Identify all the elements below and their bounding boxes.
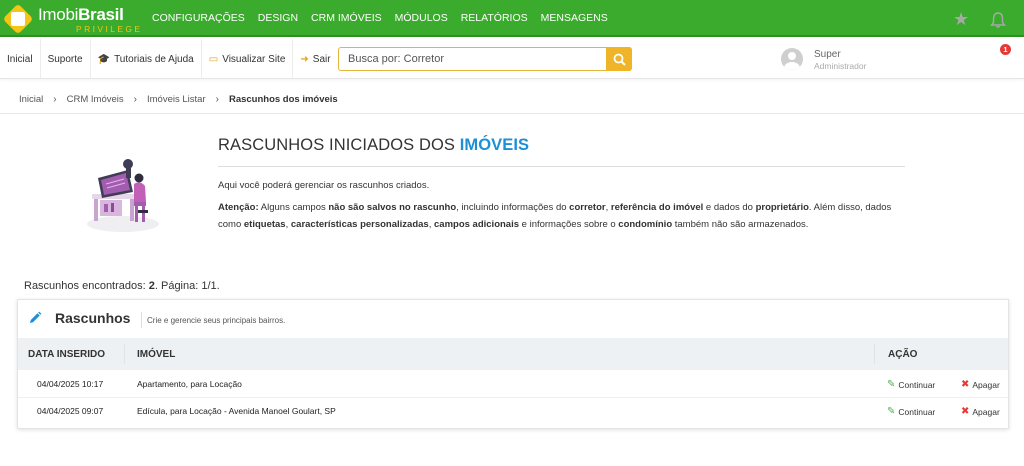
link-suporte[interactable]: Suporte (41, 39, 91, 79)
favorites-star-icon[interactable]: ★ (953, 10, 969, 28)
chevron-right-icon: › (215, 94, 219, 105)
nav-item-mensagens[interactable]: MENSAGENS (541, 12, 608, 24)
intro-text: Aqui você poderá gerenciar os rascunhos … (218, 180, 430, 191)
main-nav: CONFIGURAÇÕES DESIGN CRM IMÓVEIS MÓDULOS… (152, 12, 621, 24)
pencil-icon (30, 311, 42, 323)
close-icon: ✖ (961, 406, 970, 417)
card-title: Rascunhos (55, 310, 131, 326)
nav-item-relatorios[interactable]: RELATÓRIOS (461, 12, 528, 24)
attention-note: Atenção: Alguns campos não são salvos no… (218, 202, 892, 230)
breadcrumb-inicial[interactable]: Inicial (19, 94, 43, 105)
breadcrumb-current: Rascunhos dos imóveis (228, 94, 338, 105)
column-divider (874, 344, 875, 364)
link-inicial[interactable]: Inicial (0, 39, 41, 79)
table-header: DATA INSERIDO IMÓVEL AÇÃO (18, 338, 1008, 370)
nav-item-design[interactable]: DESIGN (258, 12, 298, 24)
link-inicial-label: Inicial (7, 53, 33, 65)
close-icon: ✖ (961, 379, 970, 390)
card-header: Rascunhos Crie e gerencie seus principai… (18, 300, 1008, 338)
search-icon (613, 53, 626, 66)
drafts-illustration-icon (87, 159, 159, 232)
logo-tagline: PRIVILEGE (76, 24, 143, 34)
link-sair-label: Sair (312, 53, 331, 65)
results-summary: Rascunhos encontrados: 2. Página: 1/1. (24, 280, 220, 292)
search-box (338, 47, 632, 71)
nav-item-configuracoes[interactable]: CONFIGURAÇÕES (152, 12, 245, 24)
title-divider (218, 166, 905, 167)
graduation-cap-icon: 🎓 (97, 53, 111, 65)
top-navbar: ImobiBrasil PRIVILEGE CONFIGURAÇÕES DESI… (0, 0, 1024, 37)
column-property: IMÓVEL (137, 349, 176, 360)
table-row: 04/04/2025 09:07 Edícula, para Locação -… (18, 397, 1008, 423)
delete-button[interactable]: ✖ Apagar (961, 406, 1000, 417)
row-property: Edícula, para Locação - Avenida Manoel G… (137, 406, 336, 416)
edit-icon: ✎ (887, 406, 896, 417)
monitor-icon: ▭ (208, 53, 219, 65)
secondary-toolbar: Inicial Suporte 🎓 Tutoriais de Ajuda ▭ Vis… (0, 39, 1024, 79)
delete-button[interactable]: ✖ Apagar (961, 379, 1000, 390)
link-tutoriais-label: Tutoriais de Ajuda (114, 53, 194, 65)
column-divider (124, 344, 125, 364)
column-action: AÇÃO (888, 349, 918, 360)
drafts-card: Rascunhos Crie e gerencie seus principai… (17, 299, 1009, 429)
edit-icon: ✎ (887, 379, 896, 390)
continue-button[interactable]: ✎ Continuar (887, 379, 935, 390)
column-date: DATA INSERIDO (28, 349, 106, 360)
row-date: 04/04/2025 09:07 (37, 406, 104, 416)
logo-house-icon (11, 12, 25, 26)
link-sair[interactable]: ➜ Sair (293, 39, 337, 79)
continue-label: Continuar (898, 406, 936, 417)
quick-links: Inicial Suporte 🎓 Tutoriais de Ajuda ▭ Vis… (0, 39, 338, 79)
user-name: Super (814, 49, 841, 60)
nav-item-modulos[interactable]: MÓDULOS (395, 12, 448, 24)
logo-text: ImobiBrasil (38, 5, 124, 24)
search-input[interactable] (339, 48, 605, 70)
logout-icon: ➜ (300, 53, 309, 65)
row-date: 04/04/2025 10:17 (37, 379, 104, 389)
brand-logo[interactable]: ImobiBrasil PRIVILEGE (2, 2, 140, 36)
avatar (781, 48, 803, 70)
breadcrumb-crm-imoveis[interactable]: CRM Imóveis (67, 94, 124, 105)
user-role: Administrador (814, 61, 867, 71)
notification-count-badge: 1 (1000, 44, 1011, 55)
continue-button[interactable]: ✎ Continuar (887, 406, 935, 417)
link-suporte-label: Suporte (47, 53, 83, 65)
header-divider (141, 312, 142, 328)
breadcrumb-imoveis-listar[interactable]: Imóveis Listar (147, 94, 206, 105)
link-tutoriais[interactable]: 🎓 Tutoriais de Ajuda (91, 39, 202, 79)
delete-label: Apagar (972, 406, 1000, 417)
row-property: Apartamento, para Locação (137, 379, 242, 389)
link-visualizar-label: Visualizar Site (222, 53, 286, 65)
link-visualizar-site[interactable]: ▭ Visualizar Site (202, 39, 294, 79)
page-title: RASCUNHOS INICIADOS DOS IMÓVEIS (218, 136, 530, 154)
continue-label: Continuar (898, 379, 936, 390)
delete-label: Apagar (972, 379, 1000, 390)
search-button[interactable] (606, 47, 632, 71)
chevron-right-icon: › (133, 94, 137, 105)
notifications-bell-icon[interactable] (989, 11, 1007, 32)
chevron-right-icon: › (53, 94, 57, 105)
table-row: 04/04/2025 10:17 Apartamento, para Locaç… (18, 371, 1008, 397)
card-subtitle: Crie e gerencie seus principais bairros. (147, 316, 286, 325)
nav-item-crm-imoveis[interactable]: CRM IMÓVEIS (311, 12, 382, 24)
breadcrumb: Inicial › CRM Imóveis › Imóveis Listar ›… (0, 86, 1024, 114)
